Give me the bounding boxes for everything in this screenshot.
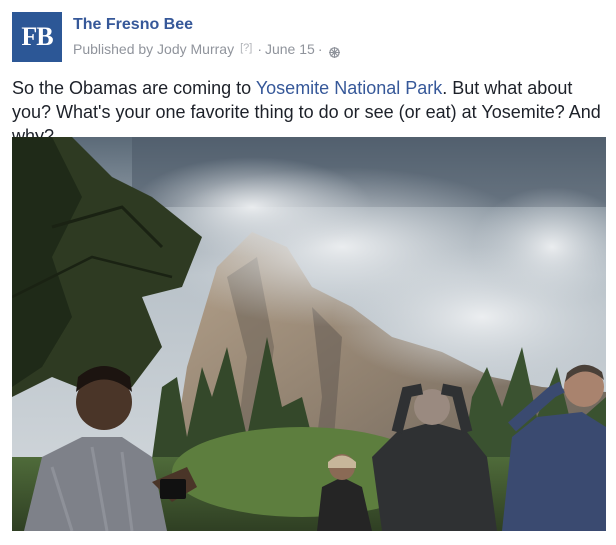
post-header: FB The Fresno Bee Published by Jody Murr… — [12, 12, 602, 62]
yosemite-link[interactable]: Yosemite National Park — [256, 78, 442, 98]
page-avatar[interactable]: FB — [12, 12, 62, 62]
facebook-post: FB The Fresno Bee Published by Jody Murr… — [0, 0, 616, 545]
published-by-label: Published by Jody Murray — [73, 41, 235, 57]
page-name-link[interactable]: The Fresno Bee — [73, 16, 193, 34]
globe-icon[interactable] — [329, 45, 341, 58]
post-meta: Published by Jody Murray [?] · June 15 · — [73, 41, 341, 58]
post-photo[interactable] — [12, 137, 606, 531]
post-text-start: So the Obamas are coming to — [12, 78, 256, 98]
meta-separator: · — [257, 41, 262, 57]
post-date-link[interactable]: June 15 — [265, 41, 315, 57]
meta-separator: · — [317, 41, 323, 57]
help-link[interactable]: [?] — [240, 42, 252, 54]
